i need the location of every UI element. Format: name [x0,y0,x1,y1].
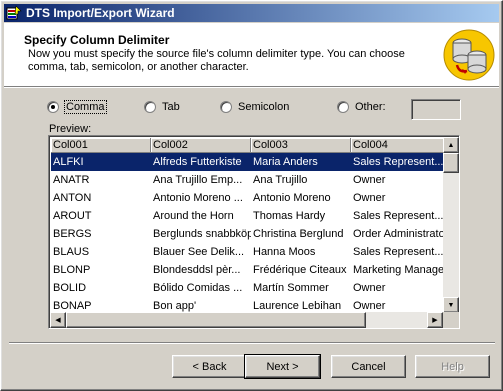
page-description: Now you must specify the source file's c… [28,48,405,73]
radio-tab-button[interactable] [144,101,156,113]
radio-tab-label: Tab [162,101,180,113]
help-button[interactable]: Help [415,355,490,378]
preview-rows: ALFKI Alfreds Futterkiste Maria Anders Sale… [51,153,444,315]
preview-label: Preview: [49,123,92,135]
radio-other-label: Other: [355,101,386,113]
table-cell: AROUT [53,210,92,222]
table-cell: Bólido Comidas ... [153,282,243,294]
table-cell: Hanna Moos [253,246,316,258]
scroll-down-arrow-icon[interactable]: ▼ [443,297,459,313]
table-cell: Martín Sommer [253,282,329,294]
window-title: DTS Import/Export Wizard [26,6,175,20]
table-cell: BLONP [53,264,91,276]
wizard-header: Specify Column Delimiter Now you must sp… [4,23,499,87]
other-delimiter-input[interactable] [411,99,461,120]
horizontal-scrollbar[interactable]: ◀ ▶ [50,312,443,328]
radio-semicolon[interactable]: Semicolon [220,100,289,114]
footer-separator [9,342,495,344]
table-cell: Owner [353,174,386,186]
radio-comma-button[interactable] [47,101,59,113]
radio-tab[interactable]: Tab [144,100,180,114]
table-cell: BLAUS [53,246,90,258]
table-cell: ANATR [53,174,90,186]
table-cell: Marketing Manager [353,264,444,276]
database-wizard-icon [443,29,495,81]
page-heading: Specify Column Delimiter [24,33,170,47]
table-cell: Maria Anders [253,156,318,168]
table-cell: BOLID [53,282,87,294]
radio-comma[interactable]: Comma [47,100,107,114]
preview-grid[interactable]: Col001 Col002 Col003 Col004 ALFKI Alfreds… [48,135,460,329]
dts-app-icon [6,5,22,21]
table-cell: Berglunds snabbköp [153,228,251,240]
preview-header-row: Col001 Col002 Col003 Col004 [51,138,444,153]
vertical-scroll-thumb[interactable] [443,153,459,173]
table-cell: BERGS [53,228,92,240]
radio-other-button[interactable] [337,101,349,113]
scroll-up-arrow-icon[interactable]: ▲ [443,137,459,153]
table-cell: Blondesddsl pèr... [153,264,241,276]
column-header[interactable]: Col003 [251,138,351,153]
radio-semicolon-button[interactable] [220,101,232,113]
vertical-scrollbar[interactable]: ▲ ▼ [443,137,459,313]
column-header[interactable]: Col001 [51,138,151,153]
table-cell: Antonio Moreno [253,192,331,204]
radio-other[interactable]: Other: [337,100,386,114]
scroll-left-arrow-icon[interactable]: ◀ [50,312,66,328]
table-row[interactable]: AROUT Around the Horn Thomas Hardy Sales Re… [51,207,444,225]
back-button[interactable]: < Back [172,355,247,378]
column-header[interactable]: Col002 [151,138,251,153]
table-cell: Blauer See Delik... [153,246,245,258]
table-cell: Antonio Moreno ... [153,192,243,204]
radio-comma-label: Comma [64,100,107,114]
wizard-window: DTS Import/Export Wizard Specify Column … [0,0,503,391]
table-cell: Christina Berglund [253,228,344,240]
radio-semicolon-label: Semicolon [238,101,290,113]
table-cell: ANTON [53,192,92,204]
table-cell: Thomas Hardy [253,210,326,222]
table-cell: ALFKI [53,156,84,168]
table-cell: Ana Trujillo Emp... [153,174,243,186]
scroll-right-arrow-icon[interactable]: ▶ [427,312,443,328]
table-row[interactable]: ANATR Ana Trujillo Emp... Ana Trujillo Owne… [51,171,444,189]
table-row[interactable]: ANTON Antonio Moreno ... Antonio Moreno Own… [51,189,444,207]
table-cell: Sales Represent... [353,156,444,168]
table-row[interactable]: BERGS Berglunds snabbköp Christina Berglun… [51,225,444,243]
horizontal-scroll-thumb[interactable] [66,312,366,328]
title-bar[interactable]: DTS Import/Export Wizard [4,4,499,22]
table-cell: Alfreds Futterkiste [153,156,242,168]
table-cell: Around the Horn [153,210,234,222]
table-cell: Owner [353,282,386,294]
table-cell: Order Administrator [353,228,444,240]
table-cell: Sales Represent... [353,246,444,258]
table-cell: Ana Trujillo [253,174,308,186]
table-cell: Sales Represent... [353,210,444,222]
header-separator [4,87,499,88]
table-row[interactable]: BLONP Blondesddsl pèr... Frédérique Citeau… [51,261,444,279]
next-button[interactable]: Next > [244,354,321,379]
table-row[interactable]: BOLID Bólido Comidas ... Martín Sommer Owne… [51,279,444,297]
table-cell: Owner [353,192,386,204]
table-cell: Frédérique Citeaux [253,264,347,276]
table-row[interactable]: ALFKI Alfreds Futterkiste Maria Anders Sale… [51,153,444,171]
scroll-corner [443,312,459,328]
column-header[interactable]: Col004 [351,138,444,153]
table-row[interactable]: BLAUS Blauer See Delik... Hanna Moos Sales … [51,243,444,261]
cancel-button[interactable]: Cancel [331,355,406,378]
